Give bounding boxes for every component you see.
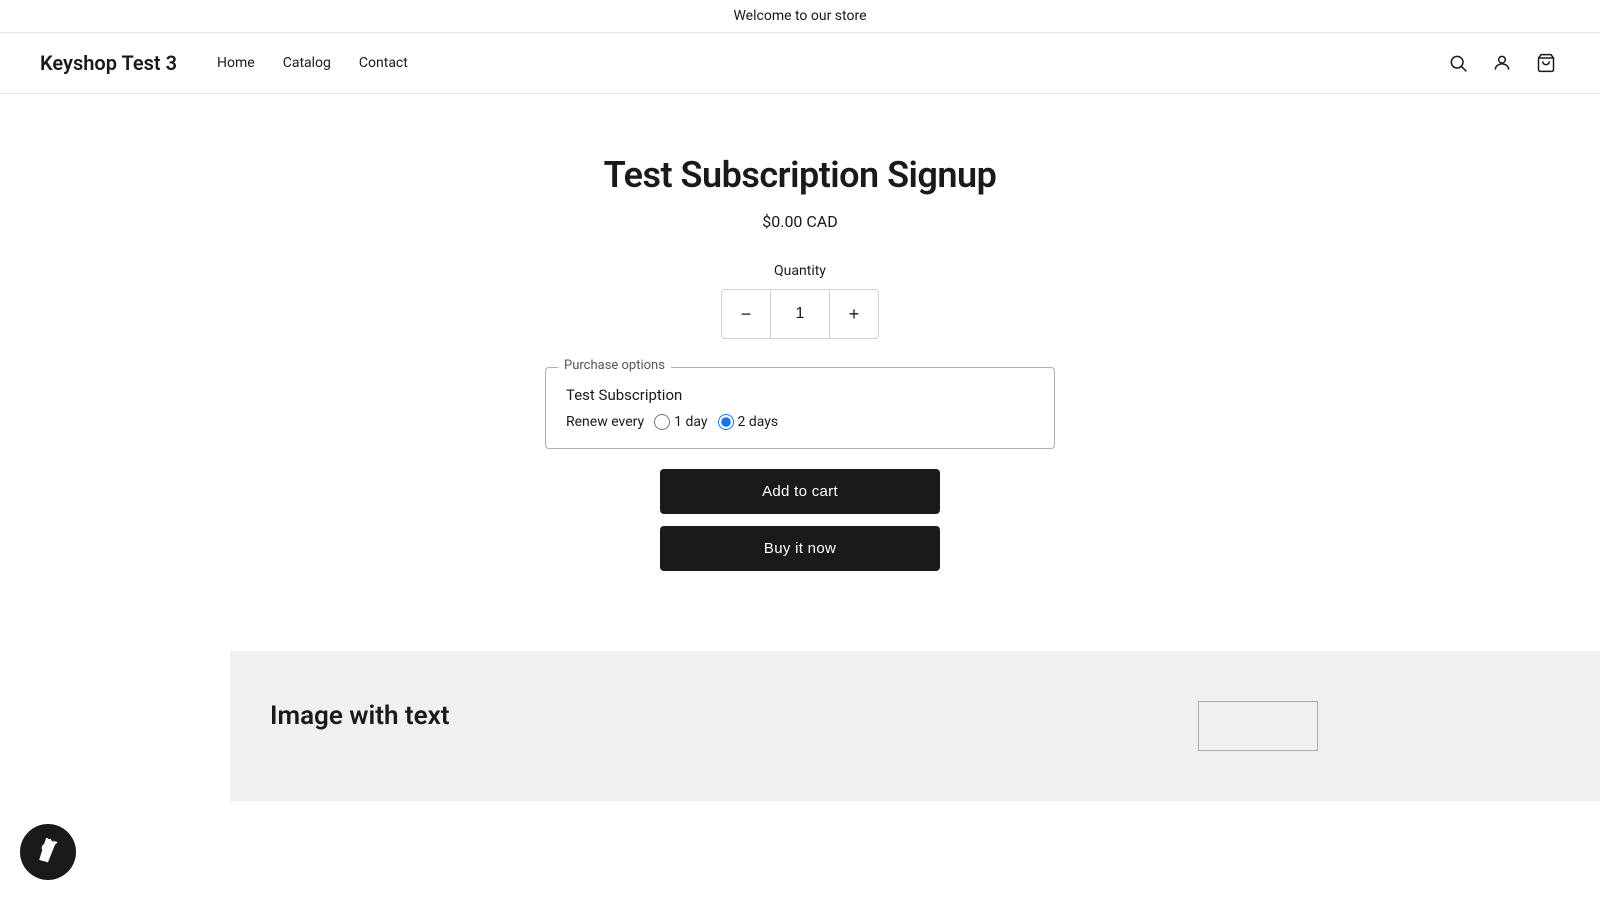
shopify-icon (33, 837, 63, 867)
main-nav: Home Catalog Contact (217, 55, 1444, 71)
quantity-increase-button[interactable]: + (830, 290, 878, 338)
subscription-name: Test Subscription (566, 386, 1034, 404)
product-page: Test Subscription Signup $0.00 CAD Quant… (400, 94, 1200, 651)
nav-catalog[interactable]: Catalog (283, 55, 331, 71)
announcement-text: Welcome to our store (733, 8, 866, 24)
renew-row: Renew every 1 day 2 days (566, 414, 1034, 430)
purchase-options-legend: Purchase options (558, 358, 671, 373)
purchase-options-wrapper: Purchase options Test Subscription Renew… (420, 367, 1180, 449)
image-placeholder (1198, 701, 1318, 751)
renew-option-2days[interactable]: 2 days (718, 414, 779, 430)
image-placeholder-section (915, 651, 1600, 801)
quantity-control: − + (420, 289, 1180, 339)
nav-home[interactable]: Home (217, 55, 255, 71)
quantity-wrapper: − + (721, 289, 879, 339)
store-logo[interactable]: Keyshop Test 3 (40, 51, 177, 75)
product-title: Test Subscription Signup (420, 154, 1180, 196)
bottom-section: Image with text (0, 651, 1600, 801)
search-icon (1448, 53, 1468, 73)
product-price: $0.00 CAD (420, 212, 1180, 231)
account-button[interactable] (1488, 49, 1516, 77)
nav-contact[interactable]: Contact (359, 55, 408, 71)
search-button[interactable] (1444, 49, 1472, 77)
renew-option-2days-label: 2 days (738, 414, 779, 430)
announcement-bar: Welcome to our store (0, 0, 1600, 33)
purchase-options-box: Purchase options Test Subscription Renew… (545, 367, 1055, 449)
add-to-cart-button[interactable]: Add to cart (660, 469, 940, 514)
renew-radio-1day[interactable] (654, 414, 670, 430)
image-with-text-section: Image with text (230, 651, 915, 801)
bottom-left-spacer (0, 651, 230, 801)
renew-option-1day[interactable]: 1 day (654, 414, 707, 430)
account-icon (1492, 53, 1512, 73)
image-with-text-title: Image with text (270, 701, 875, 731)
quantity-label: Quantity (420, 263, 1180, 279)
cart-button[interactable] (1532, 49, 1560, 77)
header-icons (1444, 49, 1560, 77)
renew-option-1day-label: 1 day (674, 414, 707, 430)
buy-it-now-button[interactable]: Buy it now (660, 526, 940, 571)
quantity-input[interactable] (770, 290, 830, 338)
renew-radio-2days[interactable] (718, 414, 734, 430)
renew-label: Renew every (566, 414, 644, 430)
header: Keyshop Test 3 Home Catalog Contact (0, 33, 1600, 94)
quantity-decrease-button[interactable]: − (722, 290, 770, 338)
cart-icon (1536, 53, 1556, 73)
bottom-right-content: Image with text (230, 651, 1600, 801)
shopify-badge[interactable] (20, 824, 76, 880)
